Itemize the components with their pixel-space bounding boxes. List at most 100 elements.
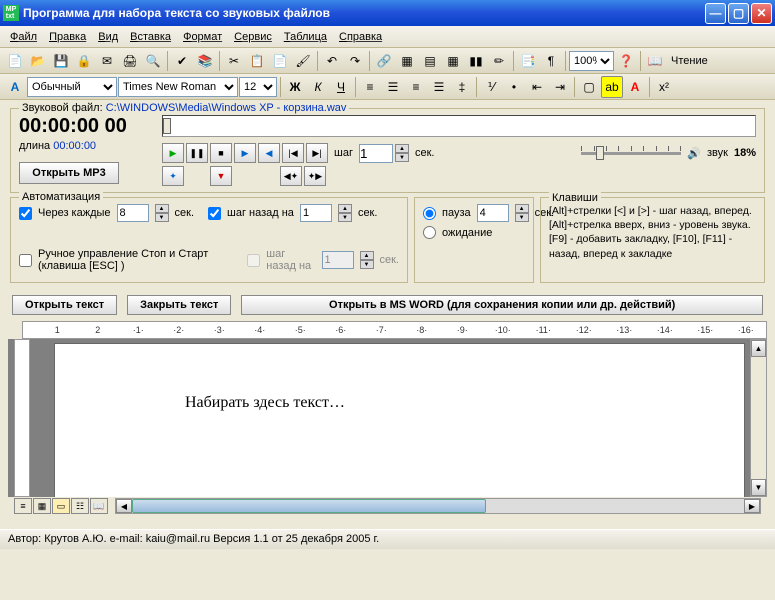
- scroll-down-icon[interactable]: ▼: [751, 479, 766, 496]
- open-icon[interactable]: 📂: [27, 50, 49, 72]
- skip-fwd-button[interactable]: ▶|: [306, 143, 328, 163]
- open-word-button[interactable]: Открыть в MS WORD (для сохранения копии …: [241, 295, 763, 315]
- style-combo[interactable]: Обычный: [27, 77, 117, 97]
- font-combo[interactable]: Times New Roman: [118, 77, 238, 97]
- cut-icon[interactable]: ✂: [223, 50, 245, 72]
- web-view-icon[interactable]: ▦: [33, 498, 51, 514]
- menu-file[interactable]: Файл: [4, 29, 43, 45]
- back-checkbox[interactable]: [208, 207, 221, 220]
- pause-button[interactable]: ❚❚: [186, 143, 208, 163]
- tables-borders-icon[interactable]: ▦: [396, 50, 418, 72]
- menu-help[interactable]: Справка: [333, 29, 388, 45]
- bookmark-next-button[interactable]: ✦▶: [304, 166, 326, 186]
- every-checkbox[interactable]: [19, 207, 32, 220]
- close-text-button[interactable]: Закрыть текст: [127, 295, 231, 315]
- rewind-button[interactable]: ◀: [258, 143, 280, 163]
- research-icon[interactable]: 📚: [194, 50, 216, 72]
- styles-pane-icon[interactable]: A: [4, 76, 26, 98]
- help-icon[interactable]: ❓: [615, 50, 637, 72]
- paste-icon[interactable]: 📄: [269, 50, 291, 72]
- step-input[interactable]: [359, 144, 393, 163]
- preview-icon[interactable]: 🔍: [142, 50, 164, 72]
- back-spin[interactable]: ▲▼: [338, 204, 352, 222]
- columns-icon[interactable]: ▮▮: [465, 50, 487, 72]
- new-doc-icon[interactable]: 📄: [4, 50, 26, 72]
- undo-icon[interactable]: ↶: [321, 50, 343, 72]
- bookmark-prev-button[interactable]: ◀✦: [280, 166, 302, 186]
- document-page[interactable]: Набирать здесь текст…: [54, 343, 745, 497]
- pause-input[interactable]: [477, 204, 509, 222]
- step-spin[interactable]: ▲▼: [395, 144, 409, 162]
- bold-icon[interactable]: Ж: [284, 76, 306, 98]
- align-left-icon[interactable]: ≡: [359, 76, 381, 98]
- underline-icon[interactable]: Ч: [330, 76, 352, 98]
- align-center-icon[interactable]: ☰: [382, 76, 404, 98]
- open-text-button[interactable]: Открыть текст: [12, 295, 117, 315]
- size-combo[interactable]: 12: [239, 77, 277, 97]
- open-mp3-button[interactable]: Открыть MP3: [19, 162, 119, 184]
- save-icon[interactable]: 💾: [50, 50, 72, 72]
- forward-button[interactable]: ▶: [234, 143, 256, 163]
- justify-icon[interactable]: ☰: [428, 76, 450, 98]
- every-spin[interactable]: ▲▼: [155, 204, 169, 222]
- close-button[interactable]: ✕: [751, 3, 772, 24]
- drawing-icon[interactable]: ✏: [488, 50, 510, 72]
- scroll-left-icon[interactable]: ◀: [116, 499, 132, 513]
- bookmark-del-button[interactable]: ▼: [210, 166, 232, 186]
- stop-button[interactable]: ■: [210, 143, 232, 163]
- format-painter-icon[interactable]: 🖌: [292, 50, 314, 72]
- maximize-button[interactable]: ▢: [728, 3, 749, 24]
- vertical-ruler[interactable]: [14, 339, 30, 497]
- menu-edit[interactable]: Правка: [43, 29, 92, 45]
- scroll-right-icon[interactable]: ▶: [744, 499, 760, 513]
- hyperlink-icon[interactable]: 🔗: [373, 50, 395, 72]
- italic-icon[interactable]: К: [307, 76, 329, 98]
- reading-view-icon[interactable]: 📖: [90, 498, 108, 514]
- doc-map-icon[interactable]: 📑: [517, 50, 539, 72]
- menu-view[interactable]: Вид: [92, 29, 124, 45]
- line-spacing-icon[interactable]: ‡: [451, 76, 473, 98]
- redo-icon[interactable]: ↷: [344, 50, 366, 72]
- horizontal-ruler[interactable]: 12·1··2··3··4··5··6··7··8··9··10··11··12…: [22, 321, 767, 339]
- font-color-icon[interactable]: A: [624, 76, 646, 98]
- manual-checkbox[interactable]: [19, 254, 32, 267]
- audio-scrubber[interactable]: [162, 115, 756, 137]
- skip-back-button[interactable]: |◀: [282, 143, 304, 163]
- bookmark-add-button[interactable]: ✦: [162, 166, 184, 186]
- copy-icon[interactable]: 📋: [246, 50, 268, 72]
- superscript-icon[interactable]: x²: [653, 76, 675, 98]
- outdent-icon[interactable]: ⇤: [526, 76, 548, 98]
- vertical-scrollbar[interactable]: ▲ ▼: [750, 339, 767, 497]
- horizontal-scrollbar[interactable]: ◀ ▶: [115, 498, 761, 514]
- normal-view-icon[interactable]: ≡: [14, 498, 32, 514]
- insert-table-icon[interactable]: ▤: [419, 50, 441, 72]
- play-button[interactable]: ▶: [162, 143, 184, 163]
- pause-spin[interactable]: ▲▼: [515, 204, 529, 222]
- menu-table[interactable]: Таблица: [278, 29, 333, 45]
- wait-radio[interactable]: [423, 226, 436, 239]
- show-marks-icon[interactable]: ¶: [540, 50, 562, 72]
- align-right-icon[interactable]: ≡: [405, 76, 427, 98]
- read-label[interactable]: Чтение: [667, 55, 712, 67]
- excel-icon[interactable]: ▦: [442, 50, 464, 72]
- numbering-icon[interactable]: ⅟: [480, 76, 502, 98]
- read-mode-icon[interactable]: 📖: [644, 50, 666, 72]
- minimize-button[interactable]: —: [705, 3, 726, 24]
- highlight-icon[interactable]: ab: [601, 76, 623, 98]
- bullets-icon[interactable]: •: [503, 76, 525, 98]
- back-input[interactable]: [300, 204, 332, 222]
- mail-icon[interactable]: ✉: [96, 50, 118, 72]
- zoom-combo[interactable]: 100%: [569, 51, 614, 71]
- menu-insert[interactable]: Вставка: [124, 29, 177, 45]
- print-view-icon[interactable]: ▭: [52, 498, 70, 514]
- scroll-up-icon[interactable]: ▲: [751, 340, 766, 357]
- outline-view-icon[interactable]: ☷: [71, 498, 89, 514]
- hscroll-thumb[interactable]: [132, 499, 486, 513]
- pause-radio[interactable]: [423, 207, 436, 220]
- permissions-icon[interactable]: 🔒: [73, 50, 95, 72]
- every-input[interactable]: [117, 204, 149, 222]
- menu-service[interactable]: Сервис: [228, 29, 278, 45]
- spellcheck-icon[interactable]: ✔: [171, 50, 193, 72]
- volume-slider[interactable]: [581, 143, 681, 163]
- print-icon[interactable]: 🖨: [119, 50, 141, 72]
